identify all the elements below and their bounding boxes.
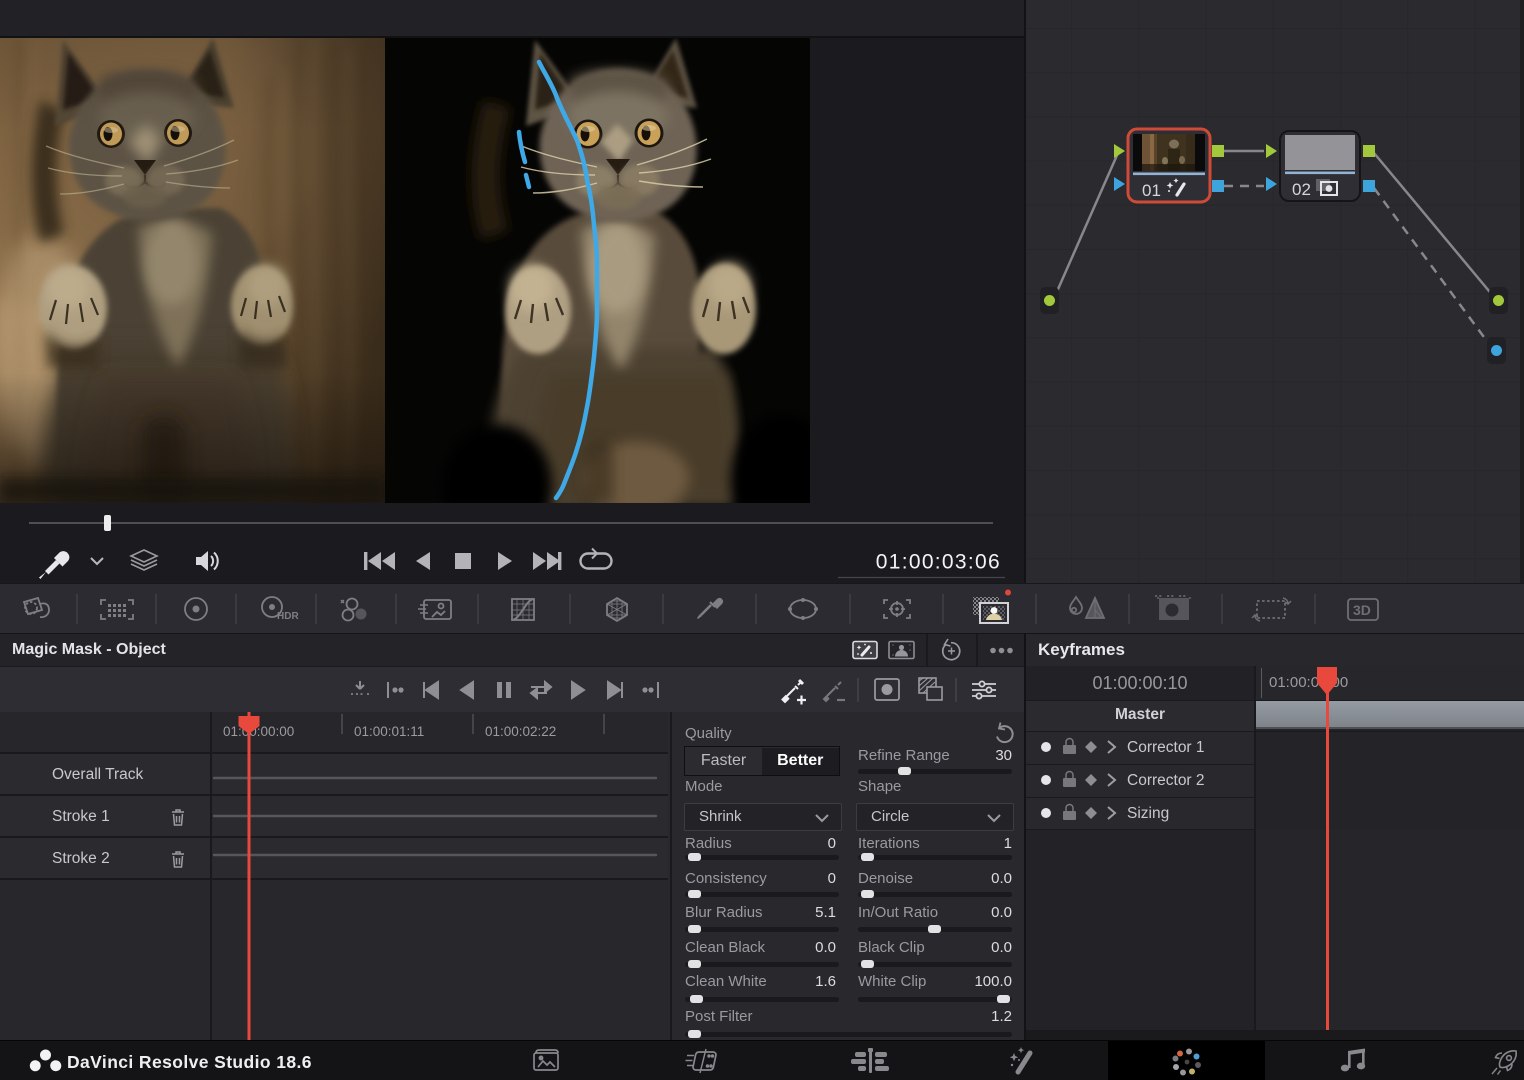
svg-text:01:00:02:22: 01:00:02:22 [485,724,556,739]
svg-text:Corrector 1: Corrector 1 [1127,739,1205,756]
svg-text:Sizing: Sizing [1127,805,1169,822]
svg-text:DaVinci Resolve Studio 18.6: DaVinci Resolve Studio 18.6 [67,1052,312,1072]
svg-text:01:00:01:11: 01:00:01:11 [354,724,424,739]
svg-text:Corrector 2: Corrector 2 [1127,772,1205,789]
svg-text:Overall Track: Overall Track [52,766,144,783]
svg-text:3D: 3D [1353,602,1371,618]
svg-text:HDR: HDR [277,611,299,622]
svg-text:01:00:03:06: 01:00:03:06 [876,551,1001,574]
svg-text:02: 02 [1292,180,1311,199]
svg-text:Stroke 2: Stroke 2 [52,850,110,867]
svg-text:Stroke 1: Stroke 1 [52,808,110,825]
svg-text:01: 01 [1142,181,1161,200]
